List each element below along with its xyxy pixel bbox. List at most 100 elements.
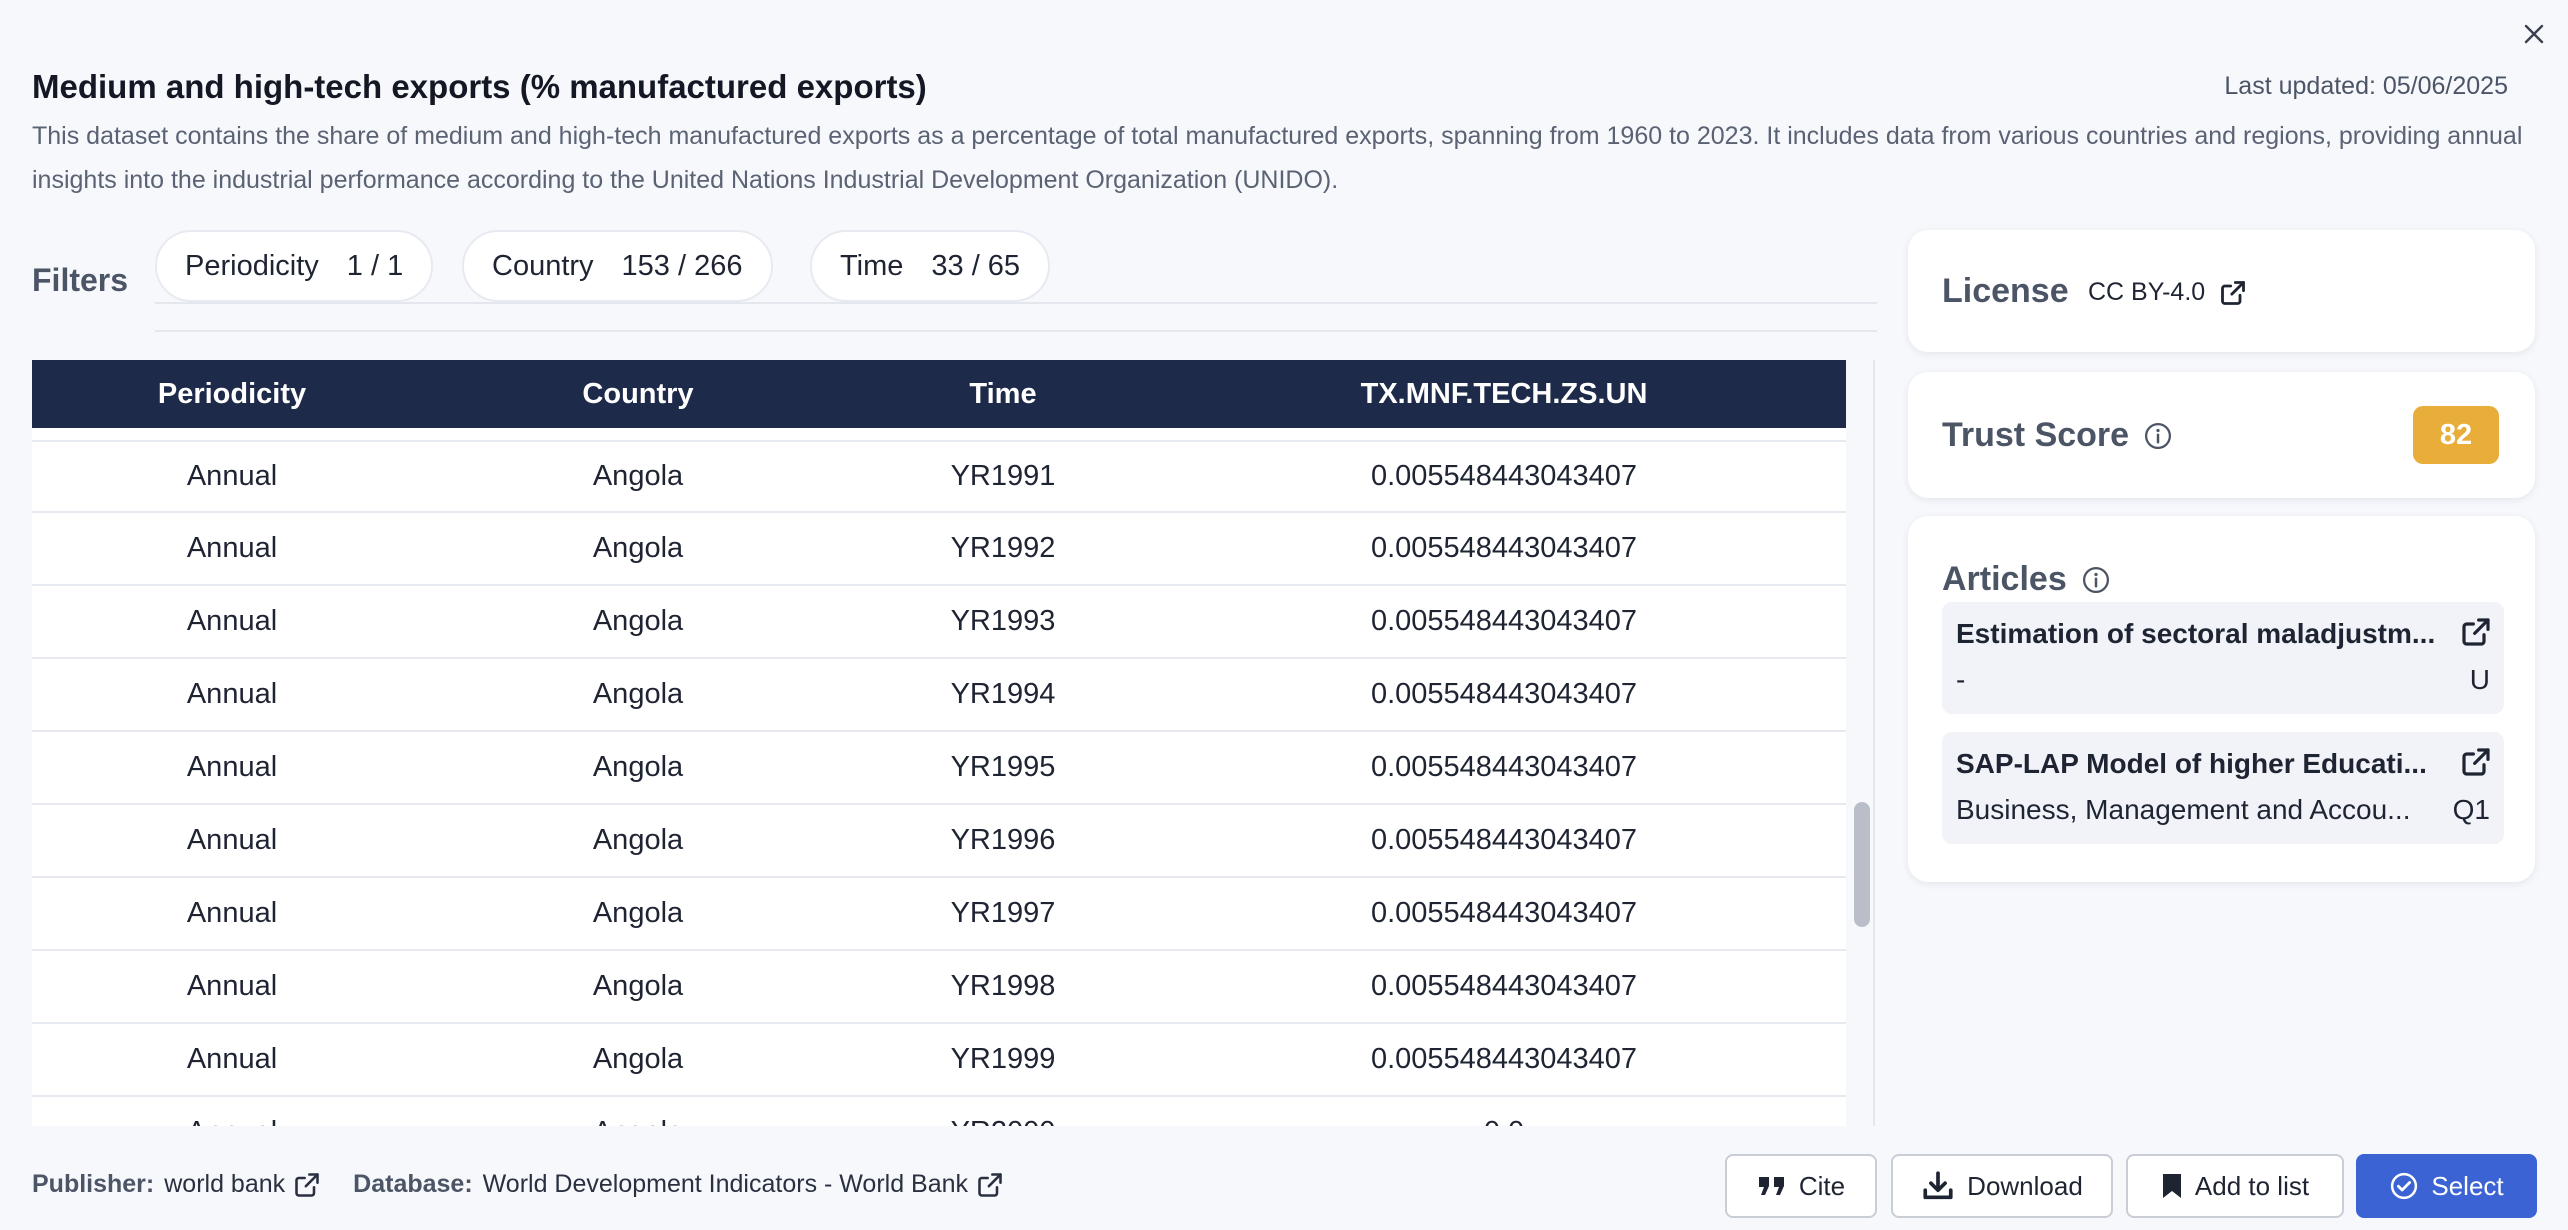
download-button[interactable]: Download [1891,1154,2113,1218]
table-row: Annual Angola YR1996 0.005548443043407 [32,805,1846,878]
cell-time: YR2000 [844,1116,1162,1126]
download-icon [1923,1171,1953,1200]
filter-chip-periodicity[interactable]: Periodicity 1 / 1 [155,230,434,302]
external-link-icon [2221,280,2246,305]
cell-periodicity: Annual [186,460,278,492]
database-name: World Development Indicators - World Ban… [482,1170,969,1198]
chip-label: Time [840,249,904,282]
external-link-icon[interactable] [2460,616,2492,648]
cell-periodicity: Annual [186,751,278,783]
cell-time: YR1995 [950,751,1056,783]
cell-country: Angola [592,532,684,564]
table-row: Annual Angola YR1998 0.005548443043407 [32,951,1846,1024]
chip-count: 153 / 266 [621,249,743,282]
article-subtitle: Business, Management and Accou... [1956,794,2411,825]
cell-time: YR1991 [950,460,1056,492]
cell-value: 0.005548443043407 [1370,824,1638,856]
table-row: Annual Angola YR1993 0.005548443043407 [32,586,1846,659]
table-row: Annual Angola YR2000 0.0 [32,1097,1846,1126]
close-icon [2524,24,2544,44]
dataset-description: This dataset contains the share of mediu… [32,122,2523,194]
filters-label: Filters [32,262,129,298]
trust-score-card: Trust Score 82 [1908,372,2535,498]
chip-count: 1 / 1 [346,249,404,282]
publisher-label: Publisher: [32,1170,155,1198]
cell-country: Angola [592,460,684,492]
footer-meta: Publisher: world bank Database: World De… [32,1170,1026,1199]
cell-time: YR1993 [950,605,1056,637]
article-title: SAP-LAP Model of higher Educati... [1956,748,2427,779]
filter-chip-country[interactable]: Country 153 / 266 [462,230,773,302]
column-header-country[interactable]: Country [432,378,844,411]
filter-chip-time[interactable]: Time 33 / 65 [810,230,1051,302]
external-link-icon [295,1172,319,1197]
chip-label: Country [492,249,594,282]
cell-time: YR1992 [950,532,1056,564]
cell-time: YR1997 [950,897,1056,929]
last-updated: Last updated: 05/06/2025 [2224,72,2508,100]
cell-country: Angola [592,605,684,637]
trust-score-badge: 82 [2413,406,2499,464]
cell-periodicity: Annual [186,824,278,856]
license-value: CC BY-4.0 [2088,278,2206,306]
cite-label: Cite [1798,1170,1846,1201]
cell-time: YR1994 [950,678,1056,710]
close-button[interactable] [2518,18,2550,50]
info-icon[interactable] [2143,421,2173,451]
cell-value: 0.005548443043407 [1370,460,1638,492]
cell-value: 0.005548443043407 [1370,605,1638,637]
article-item[interactable]: SAP-LAP Model of higher Educati... Busin… [1942,732,2504,844]
cell-country: Angola [592,751,684,783]
cell-value: 0.005548443043407 [1370,532,1638,564]
check-circle-icon [2391,1172,2418,1200]
license-card: License CC BY-4.0 [1908,230,2535,352]
column-header-time[interactable]: Time [844,378,1162,411]
article-rank: Q1 [2452,794,2490,825]
chip-count: 33 / 65 [931,249,1021,282]
table-row: Annual Angola YR1999 0.005548443043407 [32,1024,1846,1097]
trust-score-label: Trust Score [1942,416,2130,454]
trust-score-title: Trust Score [1942,416,2173,455]
cell-time: YR1998 [950,970,1056,1002]
publisher-name: world bank [164,1170,286,1198]
external-link-icon [978,1172,1002,1197]
quote-icon [1758,1177,1784,1195]
column-header-periodicity[interactable]: Periodicity [32,378,432,411]
add-to-list-button[interactable]: Add to list [2126,1154,2344,1218]
table-row: Annual Angola YR1991 0.005548443043407 [32,440,1846,513]
filter-divider [155,330,1877,332]
articles-label: Articles [1942,560,2067,598]
cell-country: Angola [592,678,684,710]
dataset-title: Medium and high-tech exports (% manufact… [32,68,927,105]
table-row: Annual Angola YR1992 0.005548443043407 [32,513,1846,586]
database-label: Database: [353,1170,473,1198]
articles-title: Articles [1942,560,2111,599]
bookmark-icon [2162,1174,2181,1198]
database-link[interactable]: World Development Indicators - World Ban… [483,1170,1004,1199]
table-row: Annual Angola YR1995 0.005548443043407 [32,732,1846,805]
add-to-list-label: Add to list [2194,1170,2310,1201]
cell-periodicity: Annual [186,678,278,710]
column-header-value[interactable]: TX.MNF.TECH.ZS.UN [1162,378,1846,411]
cell-time: YR1996 [950,824,1056,856]
cell-country: Angola [592,970,684,1002]
article-rank: U [2469,664,2490,695]
cite-button[interactable]: Cite [1725,1154,1877,1218]
publisher-link[interactable]: world bank [164,1170,321,1199]
table-scrollbar[interactable] [1854,802,1870,927]
table-scroll-track [1873,360,1875,1126]
external-link-icon[interactable] [2460,746,2492,778]
cell-time: YR1999 [950,1043,1056,1075]
table-row: Annual Angola YR1997 0.005548443043407 [32,878,1846,951]
license-link[interactable]: CC BY-4.0 [2088,278,2247,307]
cell-value: 0.005548443043407 [1370,678,1638,710]
info-icon[interactable] [2081,565,2111,595]
select-button[interactable]: Select [2356,1154,2537,1218]
article-subtitle: - [1956,664,1966,695]
article-item[interactable]: Estimation of sectoral maladjustm... - U [1942,602,2504,714]
cell-periodicity: Annual [186,897,278,929]
data-table: Periodicity Country Time TX.MNF.TECH.ZS.… [32,360,1846,1126]
table-body: Annual Angola YR1991 0.005548443043407 A… [32,440,1846,1126]
cell-country: Angola [592,824,684,856]
license-label: License [1942,272,2069,310]
